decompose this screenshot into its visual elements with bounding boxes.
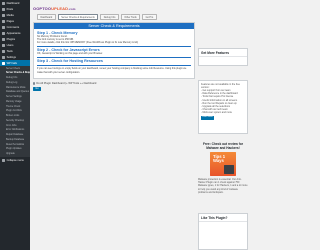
dashboard-option-radio[interactable] (33, 82, 36, 85)
server-check-panel: Server Check & Requirements Step 1 - Che… (33, 22, 195, 79)
sidebar-item-label: Settings (6, 55, 16, 59)
panel-footer-note: If you can see boxings on empty fields o… (37, 67, 187, 74)
widget-title: Like This Plugin? (199, 214, 247, 223)
logo-part-2: UPLEAD (51, 6, 69, 11)
gear-icon (2, 55, 5, 59)
wrench-icon (2, 49, 5, 53)
tool-icon (2, 61, 5, 65)
sidebar-item-label: Appearance (6, 31, 21, 35)
pro-features-widget: Features are not available in the free v… (198, 80, 248, 134)
sidebar-item-label: Comments (6, 25, 20, 29)
plugin-icon (2, 37, 5, 41)
feature-item: - Multi-user system and more (201, 111, 232, 115)
promo-title: Free: Check out review for Malware and H… (202, 142, 244, 150)
promo-image[interactable]: Tips 1 Ways (210, 152, 236, 176)
brand-logo: OOPTOOUPLEAD.com (33, 6, 76, 11)
tab-go-pro[interactable]: Go Pro (142, 14, 157, 20)
product-box-image (223, 164, 234, 174)
admin-sidebar: Dashboard Posts Media Pages Comments App… (0, 0, 30, 250)
pin-icon (2, 7, 5, 11)
learn-more-button[interactable]: Learn More (201, 116, 214, 120)
sidebar-item-collapse[interactable]: Collapse menu (0, 157, 30, 163)
step-title: Step 3 - Check for Hosting Resources (37, 58, 103, 63)
tab-other-tools[interactable]: Other Tools (120, 14, 141, 20)
step-1: Step 1 - Check Memory No Memory Problems… (37, 31, 191, 45)
logo-part-1: OOPTOO (33, 6, 52, 11)
dashboard-option: Do All Plugin Dashboard (+ WP Tools ++ D… (33, 82, 96, 85)
sidebar-item-label: Tools (6, 49, 13, 53)
sidebar-item-label: Posts (6, 7, 14, 11)
sidebar-item-label: Collapse menu (6, 158, 24, 162)
tab-server-checks[interactable]: Server Checks & Requirements (57, 14, 99, 20)
promo-text: Malware protection is essential. Our Ant… (198, 178, 248, 194)
promo-image-text: Tips 1 Ways (213, 154, 226, 164)
sidebar-top-items: Dashboard Posts Media Pages Comments App… (0, 0, 30, 60)
sidebar-item-label: WP Fails (6, 61, 17, 65)
page-icon (2, 19, 5, 23)
logo-part-3: .com (68, 7, 76, 11)
brush-icon (2, 31, 5, 35)
get-more-features-widget: Get More Features (198, 48, 248, 66)
widget-title: Get More Features (199, 49, 247, 58)
sidebar-submenu: Server Check Server Checks & Requirement… (0, 66, 30, 158)
dashboard-option-label: Do All Plugin Dashboard (+ WP Tools ++ D… (36, 82, 97, 85)
step-3: Step 3 - Check for Hosting Resources (37, 59, 191, 63)
media-icon (2, 13, 5, 17)
comment-icon (2, 25, 5, 29)
sidebar-item-label: Plugins (6, 37, 16, 41)
step-text: OK, Javascript is Working on this page a… (37, 51, 103, 55)
like-plugin-widget: Like This Plugin? (198, 213, 248, 250)
nav-tabs: Dashboard Server Checks & Requirements D… (37, 14, 157, 20)
submenu-item[interactable]: Upgrade (0, 152, 30, 157)
collapse-icon (2, 158, 5, 162)
sidebar-item-label: Media (6, 13, 14, 17)
step-2: Step 2 - Check for Javascript Errors OK,… (37, 48, 191, 55)
sidebar-item-label: Users (6, 43, 14, 47)
dashboard-icon (2, 1, 5, 5)
memory-plugin-link[interactable]: For more details, click this link: WP ME… (37, 41, 191, 44)
sidebar-item-label: Pages (6, 19, 14, 23)
tab-dashboard[interactable]: Dashboard (37, 14, 56, 20)
user-icon (2, 43, 5, 47)
panel-header: Server Check & Requirements (34, 23, 194, 29)
sidebar-item-label: Dashboard (6, 1, 20, 5)
go-button[interactable]: Go (33, 87, 41, 91)
tab-debug-info[interactable]: Debug Info (100, 14, 119, 20)
